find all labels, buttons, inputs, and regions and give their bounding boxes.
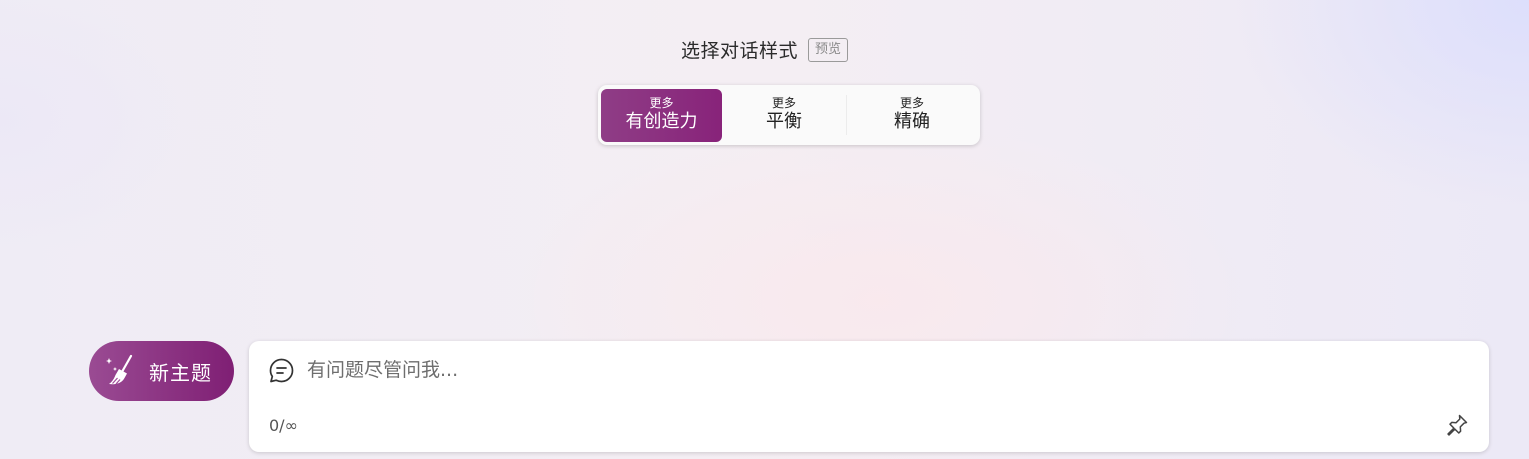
chat-input-box: 0/∞	[249, 341, 1489, 452]
conversation-style-header: 选择对话样式 预览	[0, 36, 1529, 63]
style-option-precise[interactable]: 更多 精确	[847, 89, 977, 142]
chat-bubble-icon	[269, 358, 294, 383]
style-option-more-label: 更多	[771, 96, 796, 110]
style-option-balanced[interactable]: 更多 平衡	[722, 89, 846, 142]
broom-icon	[106, 354, 133, 385]
style-option-creative[interactable]: 更多 有创造力	[601, 88, 722, 142]
style-option-name: 有创造力	[625, 111, 698, 132]
style-option-more-label: 更多	[649, 96, 674, 110]
style-option-name: 平衡	[766, 111, 802, 132]
new-topic-label: 新主题	[149, 360, 212, 385]
new-topic-button[interactable]: 新主题	[89, 341, 234, 401]
character-count: 0/∞	[269, 416, 298, 435]
preview-badge: 预览	[808, 37, 849, 62]
style-option-name: 精确	[894, 111, 930, 132]
conversation-style-title: 选择对话样式	[680, 40, 798, 62]
style-option-more-label: 更多	[899, 96, 924, 110]
conversation-style-selector: 更多 有创造力 更多 平衡 更多 精确	[598, 85, 980, 145]
pin-icon[interactable]	[1445, 413, 1469, 437]
chat-input[interactable]	[307, 355, 1407, 385]
